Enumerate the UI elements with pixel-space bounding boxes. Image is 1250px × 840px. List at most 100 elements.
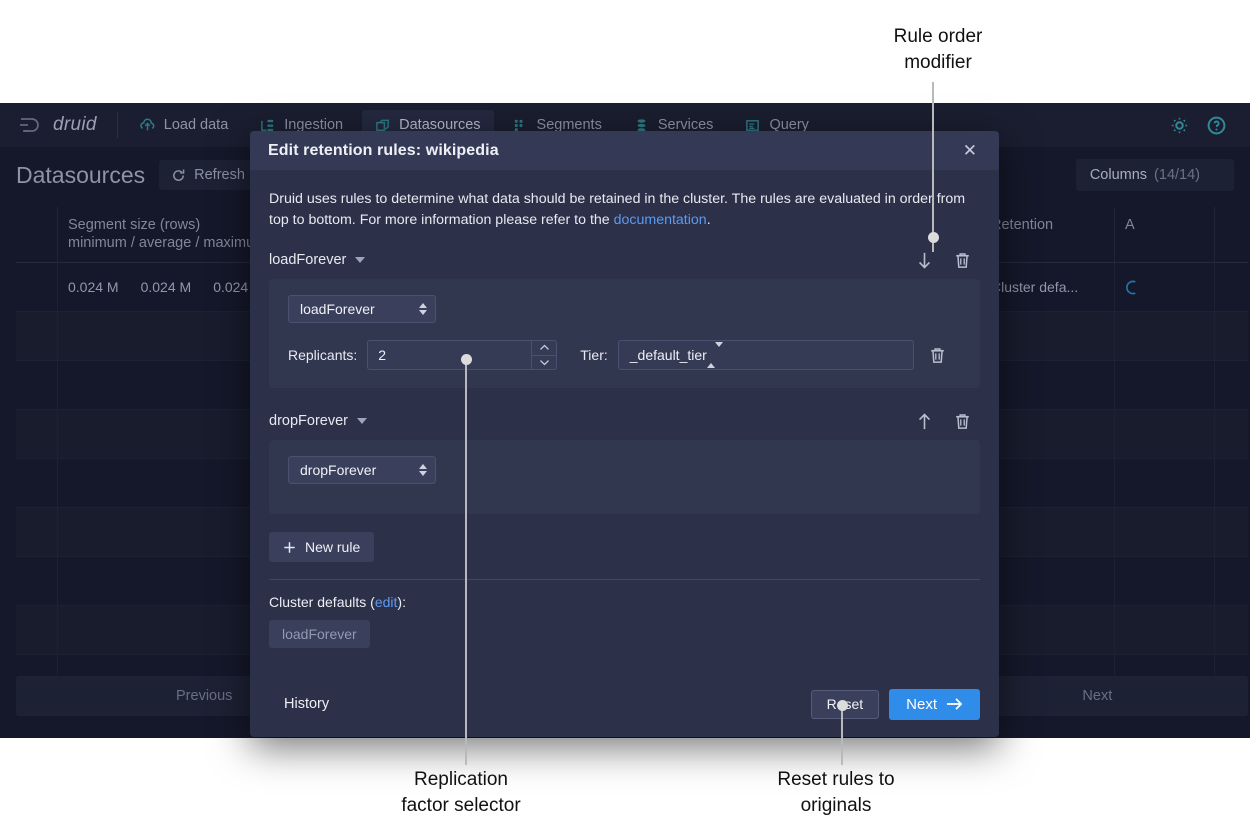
- annotation-label-rule-order: Rule order modifier: [838, 24, 1038, 76]
- intro-text-part2: .: [707, 212, 711, 228]
- replicants-input[interactable]: 2: [367, 340, 531, 370]
- page-title: Datasources: [16, 162, 159, 189]
- trash-icon[interactable]: [953, 412, 972, 431]
- dialog-header: Edit retention rules: wikipedia ✕: [250, 131, 999, 170]
- next-button-label: Next: [906, 696, 937, 713]
- rule-type-value-1: loadForever: [300, 301, 375, 317]
- table-cell: [1115, 606, 1215, 654]
- table-cell: [16, 410, 58, 458]
- rule-header-2: dropForever: [269, 406, 980, 436]
- cluster-defaults-label: Cluster defaults (edit):: [269, 594, 980, 610]
- dialog-title: Edit retention rules: wikipedia: [268, 142, 499, 160]
- next-button[interactable]: Next: [889, 689, 980, 720]
- plus-icon: [283, 541, 296, 554]
- table-cell: [16, 508, 58, 556]
- table-cell: [981, 508, 1115, 556]
- rule-type-select-1[interactable]: loadForever: [288, 295, 436, 323]
- table-cell: [1115, 459, 1215, 507]
- cluster-default-chip: loadForever: [269, 620, 370, 648]
- select-arrows-icon: [707, 347, 723, 363]
- arrow-down-icon[interactable]: [915, 251, 934, 270]
- replicants-spin-buttons: [531, 340, 557, 370]
- table-header-cell: [16, 207, 58, 262]
- dialog-body: Druid uses rules to determine what data …: [250, 170, 999, 737]
- segment-avg: 0.024 M: [141, 279, 192, 295]
- columns-button[interactable]: Columns (14/14): [1076, 159, 1234, 191]
- segment-min: 0.024 M: [68, 279, 119, 295]
- brand-text: druid: [53, 114, 97, 136]
- annotation-dot-rule-order: [928, 232, 939, 243]
- tier-value: _default_tier: [630, 347, 707, 363]
- rule-header-1: loadForever: [269, 245, 980, 275]
- arrow-up-icon[interactable]: [915, 412, 934, 431]
- refresh-button[interactable]: Refresh: [159, 160, 257, 190]
- table-cell: [16, 557, 58, 605]
- chevron-down-icon[interactable]: [355, 257, 365, 263]
- tier-select[interactable]: _default_tier: [618, 340, 914, 370]
- cluster-defaults-edit-link[interactable]: edit: [375, 594, 398, 610]
- close-icon[interactable]: ✕: [959, 139, 981, 162]
- rule-actions-2: [915, 412, 980, 431]
- nav-item-load-data[interactable]: Load data: [127, 110, 242, 140]
- table-cell: [981, 361, 1115, 409]
- table-cell: [981, 557, 1115, 605]
- columns-count: (14/14): [1154, 167, 1200, 183]
- annotation-label-reset: Reset rules to originals: [736, 767, 936, 819]
- previous-page-button[interactable]: Previous: [176, 688, 232, 704]
- annotation-line-reset: [841, 706, 843, 765]
- navbar-right-actions: [1170, 116, 1232, 135]
- chevron-down-icon: [539, 359, 550, 366]
- refresh-icon: [171, 168, 186, 183]
- chevron-down-icon[interactable]: [357, 418, 367, 424]
- rule-header-label-2: dropForever: [269, 413, 348, 429]
- table-cell: [981, 410, 1115, 458]
- rule-card-2: dropForever: [269, 440, 980, 514]
- chevron-up-icon: [539, 344, 550, 351]
- columns-label: Columns: [1090, 167, 1147, 183]
- nav-divider: [117, 112, 118, 138]
- select-arrows-icon: [419, 464, 427, 476]
- annotation-line-rule-order: [932, 82, 934, 252]
- edit-retention-rules-dialog: Edit retention rules: wikipedia ✕ Druid …: [250, 131, 999, 737]
- table-cell-retention[interactable]: Cluster defa...: [981, 263, 1115, 311]
- spin-up-button[interactable]: [532, 341, 556, 355]
- history-button[interactable]: History: [269, 696, 329, 712]
- table-cell: [16, 606, 58, 654]
- annotation-line-replication: [465, 360, 467, 765]
- arrow-right-icon: [946, 697, 963, 711]
- documentation-link[interactable]: documentation: [614, 212, 707, 228]
- replicants-row: Replicants: 2 Tier:: [288, 340, 961, 370]
- table-cell: [1115, 508, 1215, 556]
- new-rule-button[interactable]: New rule: [269, 532, 374, 562]
- rule-type-select-2[interactable]: dropForever: [288, 456, 436, 484]
- table-cell: [1115, 557, 1215, 605]
- screenshot-root: druid Load data: [0, 0, 1250, 840]
- section-divider: [269, 579, 980, 580]
- table-cell: [981, 606, 1115, 654]
- nav-label: Load data: [164, 117, 229, 133]
- refresh-label: Refresh: [194, 167, 245, 183]
- rule-header-label-1: loadForever: [269, 252, 346, 268]
- upload-cloud-icon: [140, 118, 155, 133]
- rule-type-value-2: dropForever: [300, 462, 376, 478]
- replicants-label: Replicants:: [288, 347, 357, 363]
- spin-down-button[interactable]: [532, 356, 556, 370]
- table-cell: [981, 459, 1115, 507]
- table-cell: [1115, 361, 1215, 409]
- table-cell: [981, 312, 1115, 360]
- trash-icon[interactable]: [953, 251, 972, 270]
- annotation-label-replication: Replication factor selector: [361, 767, 561, 819]
- dialog-intro-text: Druid uses rules to determine what data …: [269, 189, 971, 231]
- table-cell: [16, 361, 58, 409]
- table-cell: [16, 459, 58, 507]
- table-cell: [16, 263, 58, 311]
- trash-icon[interactable]: [928, 346, 947, 365]
- table-cell: [16, 312, 58, 360]
- druid-logo[interactable]: druid: [18, 114, 117, 136]
- help-icon[interactable]: [1207, 116, 1226, 135]
- gear-icon[interactable]: [1170, 116, 1189, 135]
- next-page-button[interactable]: Next: [1082, 688, 1112, 704]
- footer-actions: Reset Next: [811, 689, 980, 720]
- table-header-cell-retention: Retention: [981, 207, 1115, 262]
- partial-circle-icon: [1125, 280, 1140, 295]
